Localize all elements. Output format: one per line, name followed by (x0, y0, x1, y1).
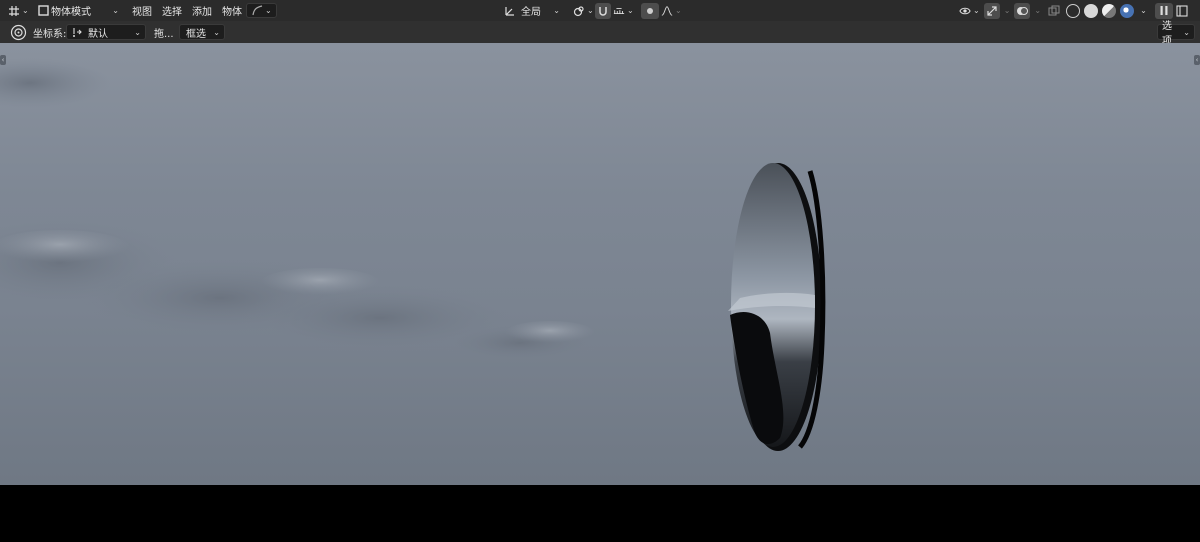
coord-system-value: 默认 (88, 28, 108, 40)
orientation-dropdown[interactable]: 全局 ⌄ (500, 3, 564, 19)
mode-label: 物体模式 (51, 7, 91, 18)
coord-system-dropdown[interactable]: 默认 ⌄ (66, 24, 146, 40)
falloff-dropdown[interactable]: ⌄ (659, 3, 684, 19)
chevron-down-icon: ⌄ (213, 27, 220, 37)
falloff-curve-icon (661, 5, 673, 17)
tool-settings-header: 坐标系: 默认 ⌄ 拖... 框选 ⌄ 选项 ⌄ (0, 21, 1200, 47)
drag-label: 拖... (154, 28, 174, 40)
chevron-down-icon: ⌄ (675, 6, 682, 15)
link-icon (573, 5, 585, 17)
eye-icon (959, 5, 971, 17)
sidebar-region-toggle[interactable]: ‹ (1194, 55, 1200, 65)
shading-modes: ⌄ (1063, 3, 1149, 19)
menu-add[interactable]: 添加 (187, 3, 217, 19)
rendered-scene (0, 58, 826, 451)
mode-dropdown[interactable]: 物体模式 ⌄ (33, 3, 123, 19)
snap-toggle[interactable] (595, 2, 611, 19)
gizmo-icon (986, 5, 998, 17)
visibility-dropdown[interactable]: ⌄ (955, 3, 984, 19)
proportional-edit-toggle[interactable] (641, 2, 659, 19)
snap-increment-icon (613, 5, 625, 17)
pivot-point-button[interactable]: ⌄ (569, 3, 598, 19)
gizmo-toggle[interactable] (983, 2, 1000, 19)
viewport-header: ⌄ 物体模式 ⌄ 视图 选择 添加 物体 ⌄ 全局 ⌄ ⌄ ⌄ ⌄ ⌄ ⌄ ⌄ … (0, 0, 1200, 21)
chevron-down-icon: ⌄ (22, 6, 29, 15)
editor-type-button[interactable]: ⌄ (4, 3, 33, 19)
snap-options-button[interactable]: ⌄ (246, 3, 277, 18)
chevron-down-icon: ⌄ (973, 6, 980, 15)
overlays-icon (1016, 5, 1029, 17)
chevron-down-icon: ⌄ (112, 6, 119, 15)
transform-affect-icon (71, 26, 83, 38)
letterbox-bar (0, 485, 1200, 542)
select-mode-value: 框选 (186, 28, 206, 40)
orientation-icon (504, 5, 516, 17)
rendered-shading-icon[interactable] (1120, 3, 1135, 18)
cloud-wisp (0, 58, 110, 108)
chevron-down-icon[interactable]: ⌄ (1140, 6, 1147, 15)
solid-shading-icon[interactable] (1084, 3, 1099, 18)
chevron-down-icon[interactable]: ⌄ (1034, 6, 1041, 15)
pause-icon (1158, 5, 1170, 17)
snap-target-dropdown[interactable]: ⌄ (611, 3, 636, 19)
options-dropdown[interactable]: 选项 ⌄ (1157, 21, 1195, 47)
cloud-highlight (260, 268, 380, 298)
overlays-toggle[interactable] (1014, 2, 1031, 19)
3d-viewport[interactable]: ‹ ‹ (0, 43, 1200, 485)
toolbar-region-toggle[interactable]: ‹ (0, 55, 6, 65)
coord-system-label: 坐标系: (33, 28, 67, 40)
chevron-down-icon: ⌄ (627, 6, 634, 15)
cloud-highlight (505, 321, 595, 345)
xray-icon (1048, 5, 1060, 17)
chevron-down-icon[interactable]: ⌄ (1004, 6, 1011, 15)
active-tool-icon[interactable] (9, 23, 27, 41)
menu-select[interactable]: 选择 (157, 3, 187, 19)
xray-toggle[interactable] (1045, 3, 1063, 19)
chevron-down-icon: ⌄ (553, 6, 560, 15)
proportional-edit-icon (644, 5, 656, 17)
orientation-label: 全局 (521, 7, 541, 18)
mirror-disc-object[interactable] (728, 163, 826, 451)
magnet-icon (597, 5, 609, 17)
select-mode-dropdown[interactable]: 框选 ⌄ (179, 24, 225, 40)
chevron-down-icon: ⌄ (1183, 27, 1190, 37)
transform-icon (8, 5, 20, 17)
chevron-down-icon: ⌄ (265, 6, 272, 15)
object-mode-icon (37, 5, 49, 17)
menu-view[interactable]: 视图 (127, 3, 157, 19)
curve-icon (251, 5, 263, 17)
wireframe-shading-icon[interactable] (1066, 3, 1081, 18)
menu-object[interactable]: 物体 (217, 3, 247, 19)
sidebar-icon (1176, 4, 1188, 17)
chevron-down-icon: ⌄ (587, 6, 594, 15)
material-shading-icon[interactable] (1102, 3, 1117, 18)
chevron-down-icon: ⌄ (134, 27, 141, 37)
